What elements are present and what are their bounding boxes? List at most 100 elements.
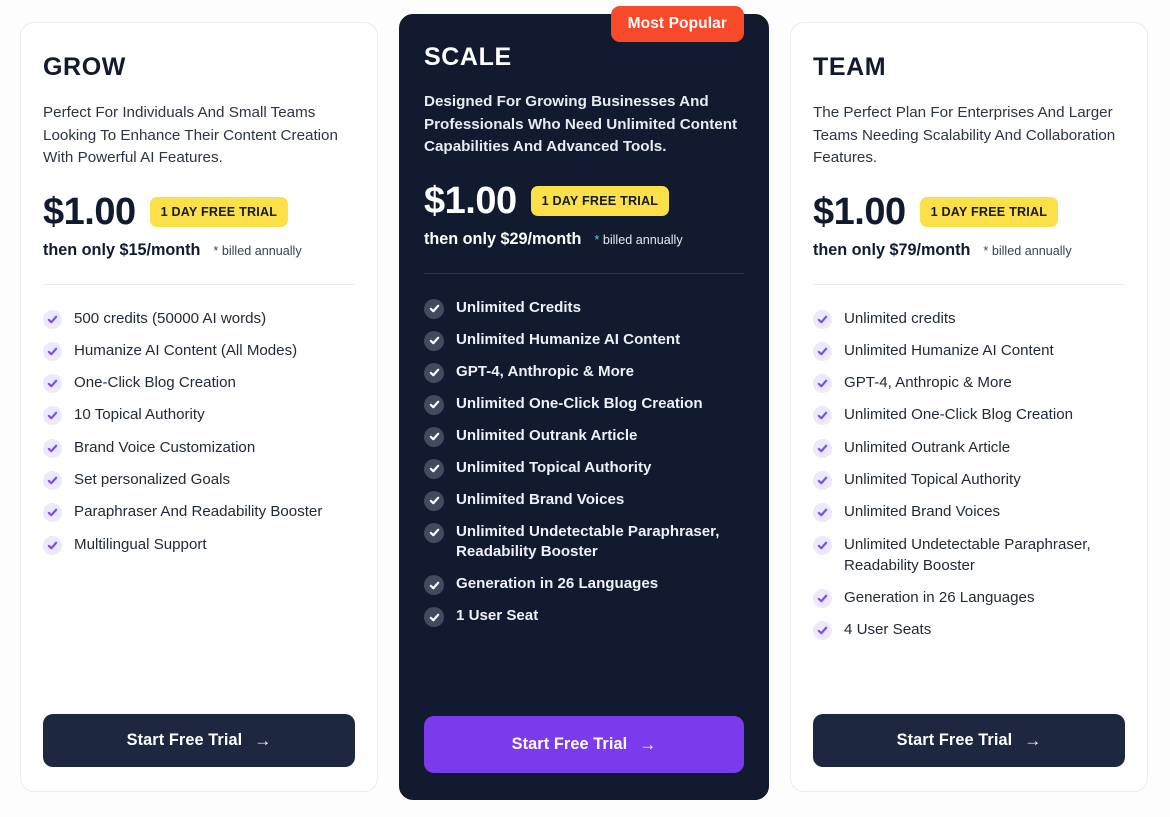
most-popular-badge: Most Popular	[610, 6, 744, 42]
feature-item: 10 Topical Authority	[43, 405, 355, 426]
billed-note-text: billed annually	[221, 243, 302, 258]
feature-item: Unlimited Humanize AI Content	[813, 341, 1125, 362]
feature-item: 500 credits (50000 AI words)	[43, 309, 355, 330]
feature-label: Set personalized Goals	[74, 471, 231, 489]
feature-label: 500 credits (50000 AI words)	[74, 309, 267, 327]
feature-label: Unlimited Outrank Article	[844, 438, 1011, 456]
plan-description-grow: Perfect For Individuals And Small Teams …	[43, 104, 338, 166]
feature-item: 1 User Seat	[424, 606, 744, 628]
arrow-right-icon: →	[1024, 731, 1042, 750]
feature-label: Unlimited One-Click Blog Creation	[844, 406, 1074, 424]
feature-label: GPT-4, Anthropic & More	[456, 362, 635, 380]
billed-asterisk: *	[213, 243, 219, 258]
feature-item: Unlimited Undetectable Paraphraser, Read…	[813, 535, 1125, 577]
check-icon	[813, 406, 832, 426]
check-icon	[43, 341, 62, 361]
then-only-price-team: then only $79/month	[813, 240, 971, 259]
check-icon	[43, 374, 62, 394]
check-icon	[813, 438, 832, 458]
feature-item: Unlimited One-Click Blog Creation	[424, 394, 744, 415]
arrow-right-icon: →	[639, 735, 657, 754]
feature-label: Unlimited One-Click Blog Creation	[456, 394, 703, 412]
plan-name-grow: GROW	[43, 53, 126, 81]
trial-badge-team: 1 DAY FREE TRIAL	[919, 196, 1059, 227]
plan-price-scale: $1.00	[424, 179, 517, 222]
then-price-row-scale: then only $29/month * billed annually	[424, 230, 744, 249]
card-divider-grow	[43, 283, 355, 285]
check-icon	[424, 490, 444, 511]
pricing-page: GROW Perfect For Individuals And Small T…	[0, 0, 1170, 817]
feature-label: Generation in 26 Languages	[456, 575, 659, 593]
feature-item: Brand Voice Customization	[43, 438, 355, 459]
start-free-trial-button-team[interactable]: Start Free Trial →	[813, 714, 1125, 767]
billed-asterisk: *	[983, 243, 989, 258]
feature-list-team: Unlimited credits Unlimited Humanize AI …	[813, 309, 1125, 693]
start-free-trial-button-scale[interactable]: Start Free Trial →	[424, 716, 744, 773]
feature-label: GPT-4, Anthropic & More	[844, 374, 1012, 392]
feature-list-grow: 500 credits (50000 AI words) Humanize AI…	[43, 309, 355, 693]
feature-item: Unlimited Brand Voices	[424, 490, 744, 511]
feature-label: Unlimited Humanize AI Content	[456, 330, 681, 348]
then-price-row-team: then only $79/month * billed annually	[813, 241, 1125, 260]
billed-note-text: billed annually	[991, 243, 1072, 258]
pricing-card-scale: Most Popular SCALE Designed For Growing …	[399, 6, 769, 800]
check-icon	[43, 471, 62, 491]
feature-item: Unlimited Credits	[424, 298, 744, 319]
feature-list-scale: Unlimited Credits Unlimited Humanize AI …	[424, 298, 744, 695]
feature-item: Generation in 26 Languages	[813, 588, 1125, 609]
feature-label: Unlimited Brand Voices	[456, 490, 625, 508]
feature-item: Unlimited One-Click Blog Creation	[813, 405, 1125, 426]
feature-label: Humanize AI Content (All Modes)	[74, 341, 298, 359]
feature-item: Unlimited Outrank Article	[424, 426, 744, 447]
check-icon	[424, 607, 444, 628]
price-row-scale: $1.00 1 DAY FREE TRIAL	[424, 182, 744, 220]
billed-note-text: billed annually	[602, 232, 683, 247]
cta-label: Start Free Trial	[511, 735, 628, 753]
feature-item: One-Click Blog Creation	[43, 373, 355, 394]
check-icon	[43, 406, 62, 426]
pricing-card-grow: GROW Perfect For Individuals And Small T…	[20, 22, 378, 792]
feature-label: Multilingual Support	[74, 535, 207, 553]
feature-item: Unlimited Humanize AI Content	[424, 330, 744, 351]
feature-item: GPT-4, Anthropic & More	[424, 362, 744, 383]
feature-item: Unlimited Topical Authority	[813, 470, 1125, 491]
check-icon	[43, 503, 62, 523]
plan-name-team: TEAM	[813, 53, 887, 81]
feature-item: 4 User Seats	[813, 620, 1125, 641]
price-row-grow: $1.00 1 DAY FREE TRIAL	[43, 193, 355, 231]
feature-label: Generation in 26 Languages	[844, 588, 1035, 606]
feature-label: 4 User Seats	[844, 621, 932, 639]
card-divider-scale	[424, 272, 744, 274]
card-divider-team	[813, 283, 1125, 285]
then-only-price-scale: then only $29/month	[424, 229, 582, 248]
feature-label: 1 User Seat	[456, 607, 539, 625]
check-icon	[43, 438, 62, 458]
cta-label: Start Free Trial	[896, 731, 1013, 749]
feature-item: Humanize AI Content (All Modes)	[43, 341, 355, 362]
feature-item: Unlimited Topical Authority	[424, 458, 744, 479]
feature-label: Brand Voice Customization	[74, 438, 256, 456]
feature-label: Paraphraser And Readability Booster	[74, 503, 323, 521]
feature-item: Unlimited credits	[813, 309, 1125, 330]
check-icon	[424, 522, 444, 543]
check-icon	[813, 341, 832, 361]
feature-label: One-Click Blog Creation	[74, 374, 236, 392]
check-icon	[813, 621, 832, 641]
check-icon	[424, 298, 444, 319]
check-icon	[813, 471, 832, 491]
feature-label: Unlimited Undetectable Paraphraser, Read…	[844, 535, 1091, 574]
feature-item: Multilingual Support	[43, 535, 355, 556]
check-icon	[424, 330, 444, 351]
plan-description-team: The Perfect Plan For Enterprises And Lar…	[813, 104, 1116, 166]
feature-label: Unlimited Outrank Article	[456, 426, 638, 444]
billed-note-team: * billed annually	[983, 244, 1071, 258]
start-free-trial-button-grow[interactable]: Start Free Trial →	[43, 714, 355, 767]
feature-label: Unlimited credits	[844, 309, 956, 327]
feature-item: Unlimited Brand Voices	[813, 502, 1125, 523]
check-icon	[43, 535, 62, 555]
trial-badge-grow: 1 DAY FREE TRIAL	[149, 196, 289, 227]
plan-name-scale: SCALE	[424, 43, 512, 71]
check-icon	[813, 503, 832, 523]
arrow-right-icon: →	[254, 731, 272, 750]
feature-label: 10 Topical Authority	[74, 406, 205, 424]
